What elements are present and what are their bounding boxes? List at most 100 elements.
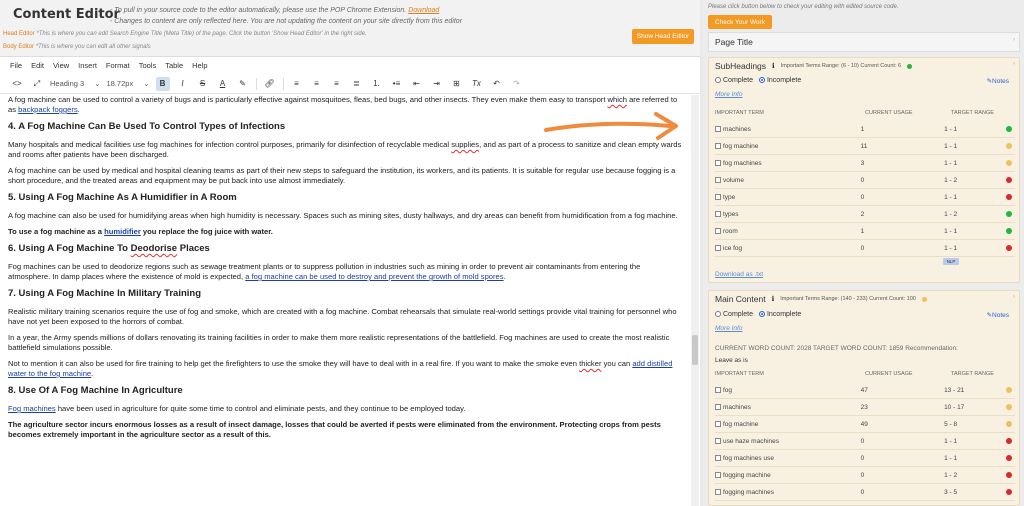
complete-radio[interactable]: Complete	[715, 311, 753, 318]
align-left-icon[interactable]: ≡	[290, 77, 304, 91]
numbered-list-icon[interactable]: ⒈	[370, 77, 384, 91]
term-row: fog 47 13 - 21	[715, 382, 1015, 399]
align-justify-icon[interactable]: ≣	[350, 77, 364, 91]
checkbox-icon[interactable]	[715, 403, 721, 410]
checkbox-icon[interactable]	[715, 454, 721, 461]
download-txt-link[interactable]: Download as .txt	[715, 271, 763, 278]
text-run: you replace the fog juice with water.	[140, 227, 273, 236]
redo-icon[interactable]: ↷	[510, 77, 524, 91]
humidifier-link[interactable]: humidifier	[104, 227, 141, 236]
editor-scrollbar[interactable]	[691, 95, 699, 506]
usage-cell: 11	[860, 142, 868, 150]
menu-item-insert[interactable]: Insert	[78, 61, 97, 70]
subheadings-more-info-link[interactable]: More Info	[715, 91, 742, 98]
highlight-icon[interactable]: ✎	[236, 77, 250, 91]
show-head-editor-button[interactable]: Show Head Editor	[632, 29, 694, 44]
subheadings-notes-link[interactable]: ✎Notes	[987, 77, 1009, 85]
expand-icon[interactable]: ›	[1013, 37, 1017, 43]
text-run: 6. Using A Fog Machine To	[8, 243, 131, 254]
menu-item-edit[interactable]: Edit	[31, 61, 44, 70]
menu-item-file[interactable]: File	[10, 61, 22, 70]
incomplete-radio[interactable]: Incomplete	[758, 311, 801, 318]
link-icon[interactable]: 🔗︎	[263, 77, 277, 91]
indent-icon[interactable]: ⇥	[430, 77, 444, 91]
bullet-list-icon[interactable]: •≡	[390, 77, 404, 91]
status-dot	[1006, 404, 1013, 410]
checkbox-icon[interactable]	[715, 488, 721, 495]
menu-item-help[interactable]: Help	[192, 61, 207, 70]
checkbox-icon[interactable]	[715, 420, 721, 427]
text-run: thicker	[579, 359, 602, 368]
clear-format-icon[interactable]: Tx	[470, 77, 484, 91]
align-center-icon[interactable]: ≡	[310, 77, 324, 91]
chevron-down-icon: ⌄	[143, 79, 150, 88]
checkbox-icon[interactable]	[715, 244, 721, 251]
checkbox-icon[interactable]	[715, 159, 721, 166]
fullscreen-icon[interactable]: ⤢	[30, 77, 44, 91]
text-run: .	[77, 105, 80, 114]
term-cell: fog machine	[715, 142, 861, 150]
term-cell: machines	[715, 403, 861, 411]
undo-icon[interactable]: ↶	[490, 77, 504, 91]
fog-machines-link[interactable]: Fog machines	[8, 404, 56, 413]
term-row: fog machines use 0 1 - 1	[715, 450, 1015, 467]
checkbox-icon[interactable]	[715, 386, 721, 393]
range-cell: 1 - 1	[944, 125, 958, 133]
term-row: volume 0 1 - 2	[715, 172, 1015, 189]
status-dot	[1006, 472, 1013, 478]
table-icon[interactable]: ⊞	[450, 77, 464, 91]
menu-item-tools[interactable]: Tools	[139, 61, 157, 70]
range-cell: 1 - 1	[944, 227, 958, 235]
text-color-icon[interactable]: A	[216, 77, 230, 91]
source-code-icon[interactable]: <>	[10, 77, 24, 91]
check-your-work-button[interactable]: Check Your Work	[708, 15, 772, 29]
scrollbar-thumb[interactable]	[692, 335, 698, 365]
menu-item-view[interactable]: View	[53, 61, 69, 70]
menu-item-format[interactable]: Format	[106, 61, 130, 70]
block-format-select[interactable]: Heading 3 ⌄	[50, 79, 101, 88]
toolbar-divider	[282, 77, 284, 90]
main-content-more-info-link[interactable]: More Info	[715, 325, 742, 332]
app-title: Content Editor	[13, 7, 120, 22]
text-run: To use a fog machine as a	[8, 227, 105, 236]
checkbox-icon[interactable]	[715, 176, 721, 183]
page-title-section[interactable]: Page Title ›	[708, 32, 1020, 52]
main-content-notes-link[interactable]: ✎Notes	[987, 311, 1009, 319]
mold-spores-link[interactable]: a fog machine can be used to destroy and…	[245, 272, 503, 281]
term-label: fog	[723, 386, 733, 394]
usage-cell: 0	[860, 454, 865, 462]
info-icon[interactable]: ℹ	[772, 295, 775, 303]
checkbox-icon[interactable]	[715, 125, 721, 132]
strikethrough-icon[interactable]: S	[196, 77, 210, 91]
usage-cell: 0	[860, 488, 865, 496]
italic-icon[interactable]: I	[176, 77, 190, 91]
checkbox-icon[interactable]	[715, 193, 721, 200]
backpack-foggers-link[interactable]: backpack foggers	[18, 105, 78, 114]
toolbar-divider	[255, 77, 257, 90]
checkbox-icon[interactable]	[715, 227, 721, 234]
checkbox-icon[interactable]	[715, 142, 721, 149]
usage-cell: 47	[860, 386, 868, 394]
term-row: use haze machines 0 1 - 1	[715, 433, 1015, 450]
menu-item-table[interactable]: Table	[165, 61, 183, 70]
document-content[interactable]: A fog machine can be used to control a v…	[0, 95, 690, 506]
main-content-panel: Main Content ℹ Important Terms Range: (1…	[708, 290, 1020, 506]
checkbox-icon[interactable]	[715, 437, 721, 444]
incomplete-radio[interactable]: Incomplete	[758, 77, 801, 84]
nlp-badge[interactable]: NLP	[943, 258, 959, 265]
text-run: have been used in agriculture for quite …	[55, 404, 466, 413]
subheadings-table-header: IMPORTANT TERM CURRENT USAGE TARGET RANG…	[715, 110, 1015, 116]
download-extension-link[interactable]: Download	[408, 7, 439, 14]
usage-cell: 3	[860, 159, 865, 167]
expand-icon[interactable]: ›	[1013, 294, 1017, 300]
checkbox-icon[interactable]	[715, 210, 721, 217]
expand-icon[interactable]: ›	[1013, 61, 1017, 67]
text-run: .	[91, 369, 94, 378]
checkbox-icon[interactable]	[715, 471, 721, 478]
font-size-select[interactable]: 18.72px ⌄	[107, 79, 150, 88]
info-icon[interactable]: ℹ	[772, 62, 775, 70]
bold-icon[interactable]: B	[155, 76, 170, 91]
outdent-icon[interactable]: ⇤	[410, 77, 424, 91]
align-right-icon[interactable]: ≡	[330, 77, 344, 91]
complete-radio[interactable]: Complete	[715, 77, 753, 84]
